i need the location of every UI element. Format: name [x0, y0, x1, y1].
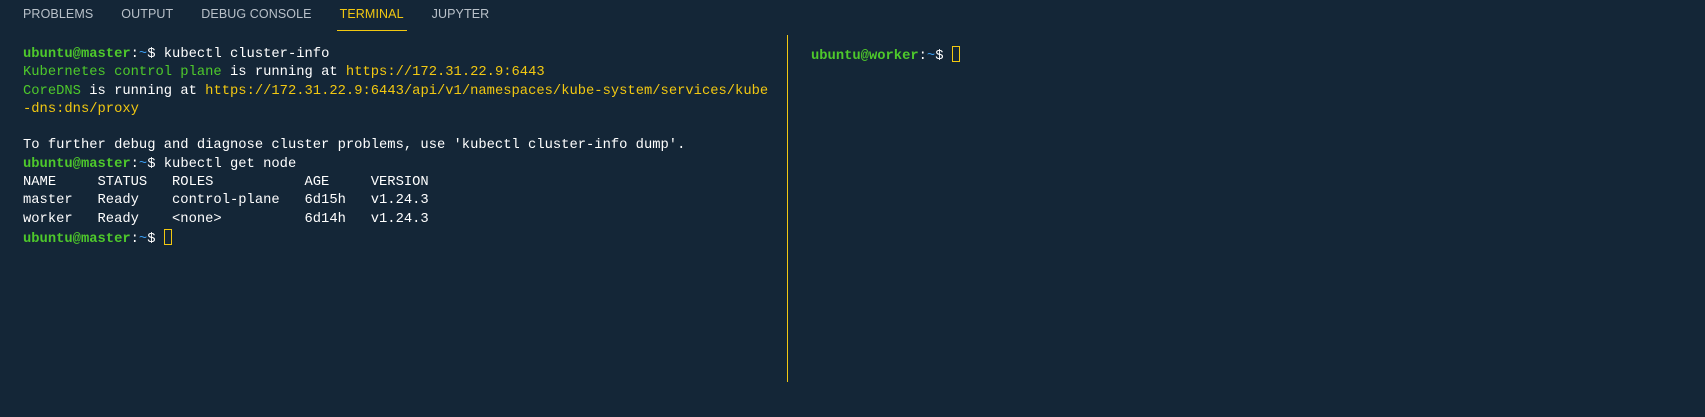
output-text: is running at [221, 65, 346, 81]
cursor [163, 228, 172, 245]
prompt-path: ~ [138, 231, 148, 247]
url-link[interactable]: https://172.31.22.9:6443/api/v1/namespac… [205, 84, 768, 99]
table-row: master Ready control-plane 6d15h v1.24.3 [23, 193, 429, 209]
tab-debug-console[interactable]: DEBUG CONSOLE [201, 0, 311, 32]
output-text: CoreDNS [23, 83, 81, 99]
output-line: CoreDNS is running at https://172.31.22.… [23, 83, 768, 101]
url-link[interactable]: https://172.31.22.9:6443 [346, 65, 545, 80]
prompt-line: ubuntu@worker:~$ [811, 46, 960, 66]
prompt-user-host: ubuntu@master [23, 231, 131, 247]
cursor [951, 46, 960, 62]
output-line: Kubernetes control plane is running at h… [23, 64, 768, 82]
output-text: is running at [80, 83, 206, 99]
table-row: worker Ready <none> 6d14h v1.24.3 [23, 211, 429, 227]
prompt-line: ubuntu@master:~$ kubectl get node [23, 156, 297, 172]
prompt-path: ~ [138, 156, 148, 172]
tab-jupyter[interactable]: JUPYTER [432, 0, 490, 32]
tab-output[interactable]: OUTPUT [121, 0, 173, 32]
output-line: To further debug and diagnose cluster pr… [23, 138, 686, 154]
output-text: Kubernetes control plane [23, 65, 222, 81]
tab-problems[interactable]: PROBLEMS [23, 0, 93, 32]
url-link-continued[interactable]: -dns:dns/proxy [23, 101, 768, 119]
split-divider[interactable] [787, 35, 788, 382]
prompt-user-host: ubuntu@master [23, 47, 131, 62]
tab-terminal[interactable]: TERMINAL [336, 0, 407, 32]
prompt-path: ~ [926, 49, 936, 64]
terminal-master[interactable]: ubuntu@master:~$ kubectl cluster-info Kub… [23, 46, 768, 249]
prompt-line: ubuntu@master:~$ kubectl cluster-info [23, 47, 330, 62]
prompt-path: ~ [138, 47, 148, 62]
prompt-line: ubuntu@master:~$ [23, 228, 768, 249]
table-header: NAME STATUS ROLES AGE VERSION [23, 175, 429, 191]
command: kubectl get node [163, 156, 297, 172]
command: kubectl cluster-info [163, 47, 330, 62]
panel-tabs: PROBLEMS OUTPUT DEBUG CONSOLE TERMINAL J… [0, 0, 517, 32]
prompt-user-host: ubuntu@master [23, 156, 131, 172]
terminal-worker[interactable]: ubuntu@worker:~$ [811, 46, 960, 66]
prompt-user-host: ubuntu@worker [811, 49, 919, 64]
